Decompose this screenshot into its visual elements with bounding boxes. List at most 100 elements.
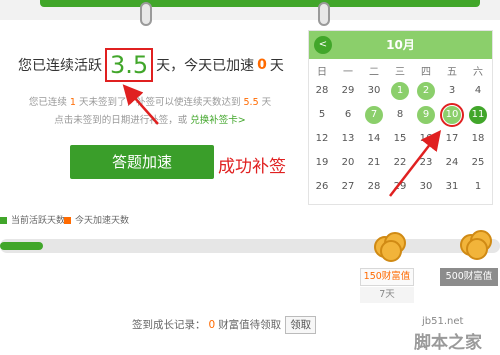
calendar-day-number: 12 [315,133,329,144]
weekday-label: 二 [369,66,379,78]
calendar-day[interactable]: 30 [361,79,387,103]
legend-current: 当前活跃天数 [0,213,65,226]
calendar-week: 28 29 30 1 2 3 4 [309,79,492,103]
calendar-day[interactable]: 29 [387,175,413,199]
calendar-day-number: 7 [365,106,383,124]
calendar-day[interactable]: 1 [387,79,413,103]
calendar-day-number: 27 [341,181,355,192]
progress-fill [0,242,43,250]
calendar-day[interactable]: 24 [439,151,465,175]
calendar-day[interactable]: 26 [309,175,335,199]
calendar-day[interactable]: 30 [413,175,439,199]
calendar-day-number: 6 [344,109,352,120]
coin [380,240,402,262]
calendar-day-number: 31 [445,181,459,192]
calendar-day[interactable]: 13 [335,127,361,151]
calendar-day-number: 10 [440,103,464,127]
calendar-day[interactable]: 11 [465,103,491,127]
calendar-day[interactable]: 14 [361,127,387,151]
calendar: < 10月 日一二三四五六 28 29 30 1 2 3 4 5 6 7 8 9 10 11 12 13 14 1… [308,30,493,205]
legend-swatch-current [0,217,7,224]
calendar-day-number: 15 [393,133,407,144]
weekday-label: 四 [421,66,431,78]
today-accel-label: 天，今天已加速 [156,58,255,74]
calendar-day-number: 14 [367,133,381,144]
weekday-label: 日 [317,66,327,78]
coin [466,238,488,260]
weekday-label: 一 [343,66,353,78]
calendar-day[interactable]: 25 [465,151,491,175]
calendar-day-number: 25 [471,157,485,168]
claim-button[interactable]: 领取 [285,316,317,334]
notice-text: 天 [261,97,272,108]
weekday-label: 三 [395,66,405,78]
pending-wealth-value: 0 [208,319,216,331]
legend-today: 今天加速天数 [64,213,129,226]
watermark: jb51.net 脚本之家 [414,316,500,353]
calendar-day-number: 19 [315,157,329,168]
calendar-day[interactable]: 10 [439,103,465,127]
calendar-day[interactable]: 22 [387,151,413,175]
calendar-day-number: 18 [471,133,485,144]
calendar-day-number: 23 [419,157,433,168]
calendar-day[interactable]: 18 [465,127,491,151]
calendar-day[interactable]: 2 [413,79,439,103]
calendar-day[interactable]: 20 [335,151,361,175]
exchange-card-link[interactable]: 兑换补签卡> [190,115,245,126]
calendar-day[interactable]: 27 [335,175,361,199]
calendar-day-number: 1 [391,82,409,100]
target-days: 5.5 [243,97,259,108]
calendar-day-number: 28 [367,181,381,192]
coins-icon [460,228,494,260]
calendar-day[interactable]: 7 [361,103,387,127]
calendar-day[interactable]: 28 [309,79,335,103]
top-bar [0,0,500,20]
calendar-week: 5 6 7 8 9 10 11 [309,103,492,127]
watermark-text: 脚本之家 [414,333,482,353]
calendar-day-number: 17 [445,133,459,144]
calendar-day[interactable]: 8 [387,103,413,127]
calendar-day[interactable]: 4 [465,79,491,103]
notice-line-2: 点击未签到的日期进行补签，或 兑换补签卡> [0,112,300,130]
calendar-day-number: 29 [341,85,355,96]
calendar-day[interactable]: 16 [413,127,439,151]
calendar-day[interactable]: 21 [361,151,387,175]
calendar-day[interactable]: 19 [309,151,335,175]
calendar-day-number: 24 [445,157,459,168]
calendar-day-number: 5 [318,109,326,120]
legend: 当前活跃天数 今天加速天数 [0,213,300,227]
calendar-day[interactable]: 9 [413,103,439,127]
calendar-day[interactable]: 1 [465,175,491,199]
calendar-day[interactable]: 31 [439,175,465,199]
legend-swatch-today [64,217,71,224]
calendar-day[interactable]: 28 [361,175,387,199]
notice-line-1: 您已连续 1 天未签到了，补签可以使连续天数达到 5.5 天 [0,94,300,112]
checkin-panel: 您已连续活跃 3.5 天，今天已加速 0 天 您已连续 1 天未签到了，补签可以使连续天… [0,30,304,205]
answer-accelerate-button[interactable]: 答题加速 [70,145,214,179]
calendar-day[interactable]: 3 [439,79,465,103]
reward-150-days: 7天 [360,287,414,303]
calendar-day-number: 4 [474,85,482,96]
calendar-day[interactable]: 12 [309,127,335,151]
calendar-day[interactable]: 15 [387,127,413,151]
notice-text: 天未签到了，补签可以使连续天数达到 [78,97,241,108]
calendar-day[interactable]: 6 [335,103,361,127]
active-days-line: 您已连续活跃 3.5 天，今天已加速 0 天 [18,48,298,88]
calendar-month: 10月 [386,38,415,52]
calendar-day-number: 22 [393,157,407,168]
active-days-value: 3.5 [105,48,154,82]
binder-ring-left [140,2,152,26]
calendar-day-number: 21 [367,157,381,168]
calendar-day[interactable]: 17 [439,127,465,151]
calendar-day[interactable]: 29 [335,79,361,103]
top-accent-stripe [40,0,480,7]
calendar-week: 12 13 14 15 16 17 18 [309,127,492,151]
calendar-day-number: 30 [419,181,433,192]
active-days-label: 您已连续活跃 [18,58,102,74]
success-annotation: 成功补签 [218,157,286,177]
calendar-week: 19 20 21 22 23 24 25 [309,151,492,175]
calendar-day[interactable]: 5 [309,103,335,127]
coins-icon [374,230,408,262]
growth-record: 签到成长记录： 0 财富值待领取 领取 [132,316,317,334]
calendar-day[interactable]: 23 [413,151,439,175]
